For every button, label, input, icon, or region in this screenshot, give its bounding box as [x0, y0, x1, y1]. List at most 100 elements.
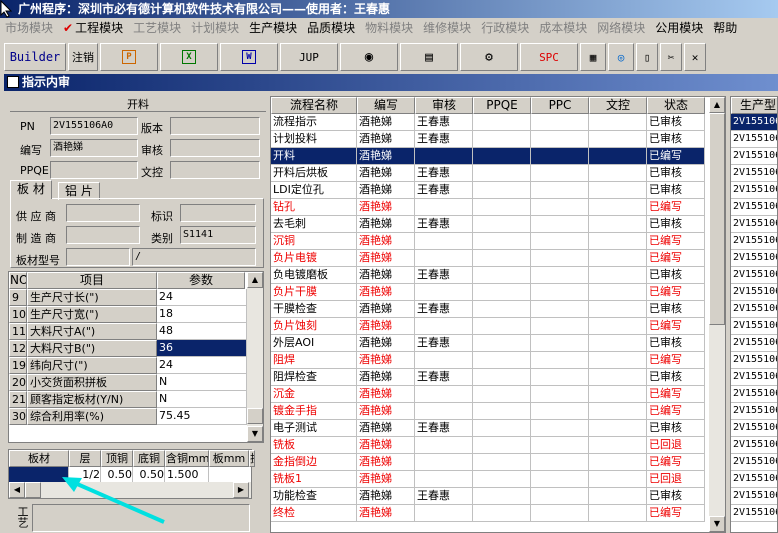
flow-cell-name[interactable]: 负片电镀	[271, 250, 357, 267]
flow-cell-reviewer[interactable]: 王春惠	[415, 488, 473, 505]
flow-cell-empty[interactable]	[473, 267, 531, 284]
flow-cell-empty[interactable]	[531, 505, 589, 522]
scroll-right-icon[interactable]: ▶	[233, 482, 249, 498]
production-cell[interactable]: 2V155106	[731, 250, 777, 267]
flow-cell-writer[interactable]: 酒艳娣	[357, 318, 415, 335]
flow-cell-empty[interactable]	[531, 199, 589, 216]
menu-item-6[interactable]: 物料模块	[360, 18, 418, 38]
flow-cell-empty[interactable]	[473, 148, 531, 165]
flow-cell-empty[interactable]	[473, 182, 531, 199]
model-field[interactable]	[66, 248, 130, 266]
production-cell[interactable]: 2V155106	[731, 267, 777, 284]
flow-cell-name[interactable]: 阻焊	[271, 352, 357, 369]
flow-cell-name[interactable]: 计划投料	[271, 131, 357, 148]
flow-cell-writer[interactable]: 酒艳娣	[357, 488, 415, 505]
flow-cell-empty[interactable]	[589, 216, 647, 233]
flow-cell-empty[interactable]	[589, 284, 647, 301]
flow-cell-writer[interactable]: 酒艳娣	[357, 335, 415, 352]
flow-cell-empty[interactable]	[589, 131, 647, 148]
flow-cell-empty[interactable]	[531, 216, 589, 233]
flow-cell-writer[interactable]: 酒艳娣	[357, 165, 415, 182]
flow-cell-empty[interactable]	[473, 114, 531, 131]
flow-cell-empty[interactable]	[473, 131, 531, 148]
flow-cell-reviewer[interactable]	[415, 199, 473, 216]
flow-cell-status[interactable]: 已编写	[647, 318, 705, 335]
flow-scroll-up-icon[interactable]: ▲	[709, 97, 725, 113]
menu-item-4[interactable]: 生产模块	[244, 18, 302, 38]
web-button[interactable]: ◎	[608, 43, 634, 71]
flow-cell-empty[interactable]	[589, 318, 647, 335]
flow-cell-empty[interactable]	[473, 250, 531, 267]
flow-cell-reviewer[interactable]	[415, 505, 473, 522]
flow-cell-empty[interactable]	[531, 284, 589, 301]
flow-scroll-down-icon[interactable]: ▼	[709, 516, 725, 532]
flow-cell-empty[interactable]	[531, 267, 589, 284]
flow-cell-empty[interactable]	[589, 505, 647, 522]
flow-cell-reviewer[interactable]: 王春惠	[415, 369, 473, 386]
flow-cell-name[interactable]: 铣板	[271, 437, 357, 454]
flow-cell-writer[interactable]: 酒艳娣	[357, 233, 415, 250]
production-cell[interactable]: 2V155106	[731, 335, 777, 352]
production-cell[interactable]: 2V155106	[731, 403, 777, 420]
database-button[interactable]: ▤	[400, 43, 458, 71]
flow-cell-writer[interactable]: 酒艳娣	[357, 301, 415, 318]
flow-cell-empty[interactable]	[473, 386, 531, 403]
flow-cell-writer[interactable]: 酒艳娣	[357, 216, 415, 233]
production-cell[interactable]: 2V155106	[731, 437, 777, 454]
flow-cell-empty[interactable]	[589, 301, 647, 318]
flow-cell-writer[interactable]: 酒艳娣	[357, 386, 415, 403]
production-cell[interactable]: 2V155106	[731, 114, 777, 131]
flow-cell-name[interactable]: 干膜检查	[271, 301, 357, 318]
production-cell[interactable]: 2V155106	[731, 352, 777, 369]
flow-cell-status[interactable]: 已编写	[647, 403, 705, 420]
flow-cell-writer[interactable]: 酒艳娣	[357, 369, 415, 386]
flow-cell-name[interactable]: 钻孔	[271, 199, 357, 216]
flow-cell-empty[interactable]	[589, 250, 647, 267]
flow-cell-writer[interactable]: 酒艳娣	[357, 148, 415, 165]
flow-cell-status[interactable]: 已审核	[647, 369, 705, 386]
flow-cell-writer[interactable]: 酒艳娣	[357, 403, 415, 420]
flow-cell-empty[interactable]	[531, 488, 589, 505]
flow-cell-empty[interactable]	[589, 182, 647, 199]
menu-item-2[interactable]: 工艺模块	[128, 18, 186, 38]
flow-cell-name[interactable]: 沉金	[271, 386, 357, 403]
flow-cell-writer[interactable]: 酒艳娣	[357, 420, 415, 437]
flow-cell-writer[interactable]: 酒艳娣	[357, 352, 415, 369]
production-cell[interactable]: 2V155106	[731, 148, 777, 165]
production-cell[interactable]: 2V155106	[731, 386, 777, 403]
flow-cell-writer[interactable]: 酒艳娣	[357, 454, 415, 471]
flow-cell-name[interactable]: 流程指示	[271, 114, 357, 131]
params-value-cell[interactable]: 18	[157, 306, 247, 323]
supplier-field[interactable]	[66, 204, 140, 222]
writer-field[interactable]: 酒艳娣	[50, 139, 138, 157]
flow-cell-reviewer[interactable]	[415, 250, 473, 267]
flow-cell-status[interactable]: 已审核	[647, 165, 705, 182]
flow-cell-reviewer[interactable]: 王春惠	[415, 165, 473, 182]
flow-cell-empty[interactable]	[473, 437, 531, 454]
jup-button[interactable]: JUP	[280, 43, 338, 71]
flow-cell-status[interactable]: 已审核	[647, 216, 705, 233]
new-button[interactable]: ▯	[636, 43, 658, 71]
flow-cell-empty[interactable]	[473, 284, 531, 301]
menu-item-5[interactable]: 品质模块	[302, 18, 360, 38]
flow-cell-empty[interactable]	[473, 318, 531, 335]
flow-cell-name[interactable]: 功能检查	[271, 488, 357, 505]
menu-item-7[interactable]: 维修模块	[418, 18, 476, 38]
flow-cell-status[interactable]: 已回退	[647, 437, 705, 454]
flow-cell-status[interactable]: 已审核	[647, 182, 705, 199]
flow-cell-status[interactable]: 已审核	[647, 301, 705, 318]
word-button[interactable]: W	[220, 43, 278, 71]
spc-button[interactable]: SPC	[520, 43, 578, 71]
cut-button[interactable]: ✂	[660, 43, 682, 71]
flow-cell-name[interactable]: 开料	[271, 148, 357, 165]
excel-button[interactable]: X	[160, 43, 218, 71]
params-value-cell[interactable]: 36	[157, 340, 247, 357]
flow-cell-empty[interactable]	[589, 165, 647, 182]
menu-item-1[interactable]: ✔ 工程模块	[58, 18, 128, 38]
flow-cell-reviewer[interactable]	[415, 318, 473, 335]
params-value-cell[interactable]: 24	[157, 357, 247, 374]
production-cell[interactable]: 2V155106	[731, 488, 777, 505]
flow-cell-empty[interactable]	[473, 199, 531, 216]
flow-cell-empty[interactable]	[531, 165, 589, 182]
flow-cell-status[interactable]: 已回退	[647, 471, 705, 488]
